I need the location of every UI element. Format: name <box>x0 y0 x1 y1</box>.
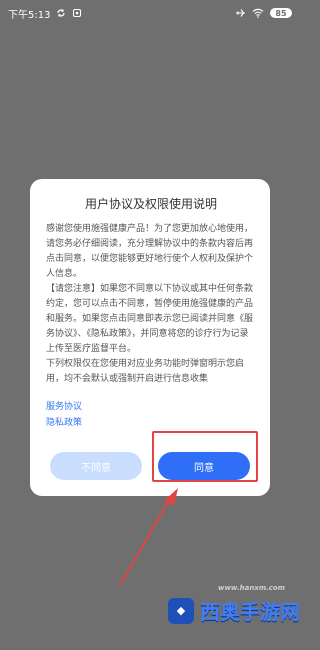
watermark: ◆ 西奥手游网 <box>168 596 300 625</box>
disagree-button[interactable]: 不同意 <box>50 452 142 480</box>
airplane-mode-icon <box>235 8 246 18</box>
service-agreement-link[interactable]: 服务协议 <box>46 399 256 415</box>
wifi-icon <box>252 8 264 18</box>
sync-icon <box>56 8 66 18</box>
privacy-policy-link[interactable]: 隐私政策 <box>46 415 256 431</box>
battery-indicator: 85 <box>270 8 292 18</box>
agree-button[interactable]: 同意 <box>158 452 250 480</box>
dialog-title: 用户协议及权限使用说明 <box>84 197 217 211</box>
dialog-body: 感谢您使用施强健康产品！为了您更加放心地使用，请您务必仔细阅读，充分理解协议中的… <box>46 222 256 387</box>
watermark-text: 西奥手游网 <box>200 600 300 624</box>
status-time: 下午5:13 <box>8 9 51 21</box>
agreement-dialog: 用户协议及权限使用说明 感谢您使用施强健康产品！为了您更加放心地使用，请您务必仔… <box>30 179 270 496</box>
watermark-logo: ◆ <box>168 597 194 624</box>
permission-paragraph: 下列权限仅在您使用对应业务功能时弹窗明示您启用，均不会默认或强制开启进行信息收集 <box>46 359 245 384</box>
notification-icon <box>72 8 82 18</box>
notice-paragraph: 【请您注意】如果您不同意以下协议或其中任何条款约定，您可以点击不同意，暂停使用施… <box>46 284 254 354</box>
intro-paragraph: 感谢您使用施强健康产品！为了您更加放心地使用，请您务必仔细阅读，充分理解协议中的… <box>46 224 254 279</box>
status-bar: 下午5:13 85 <box>0 0 300 26</box>
watermark-url: www.hanxm.com <box>218 584 286 592</box>
